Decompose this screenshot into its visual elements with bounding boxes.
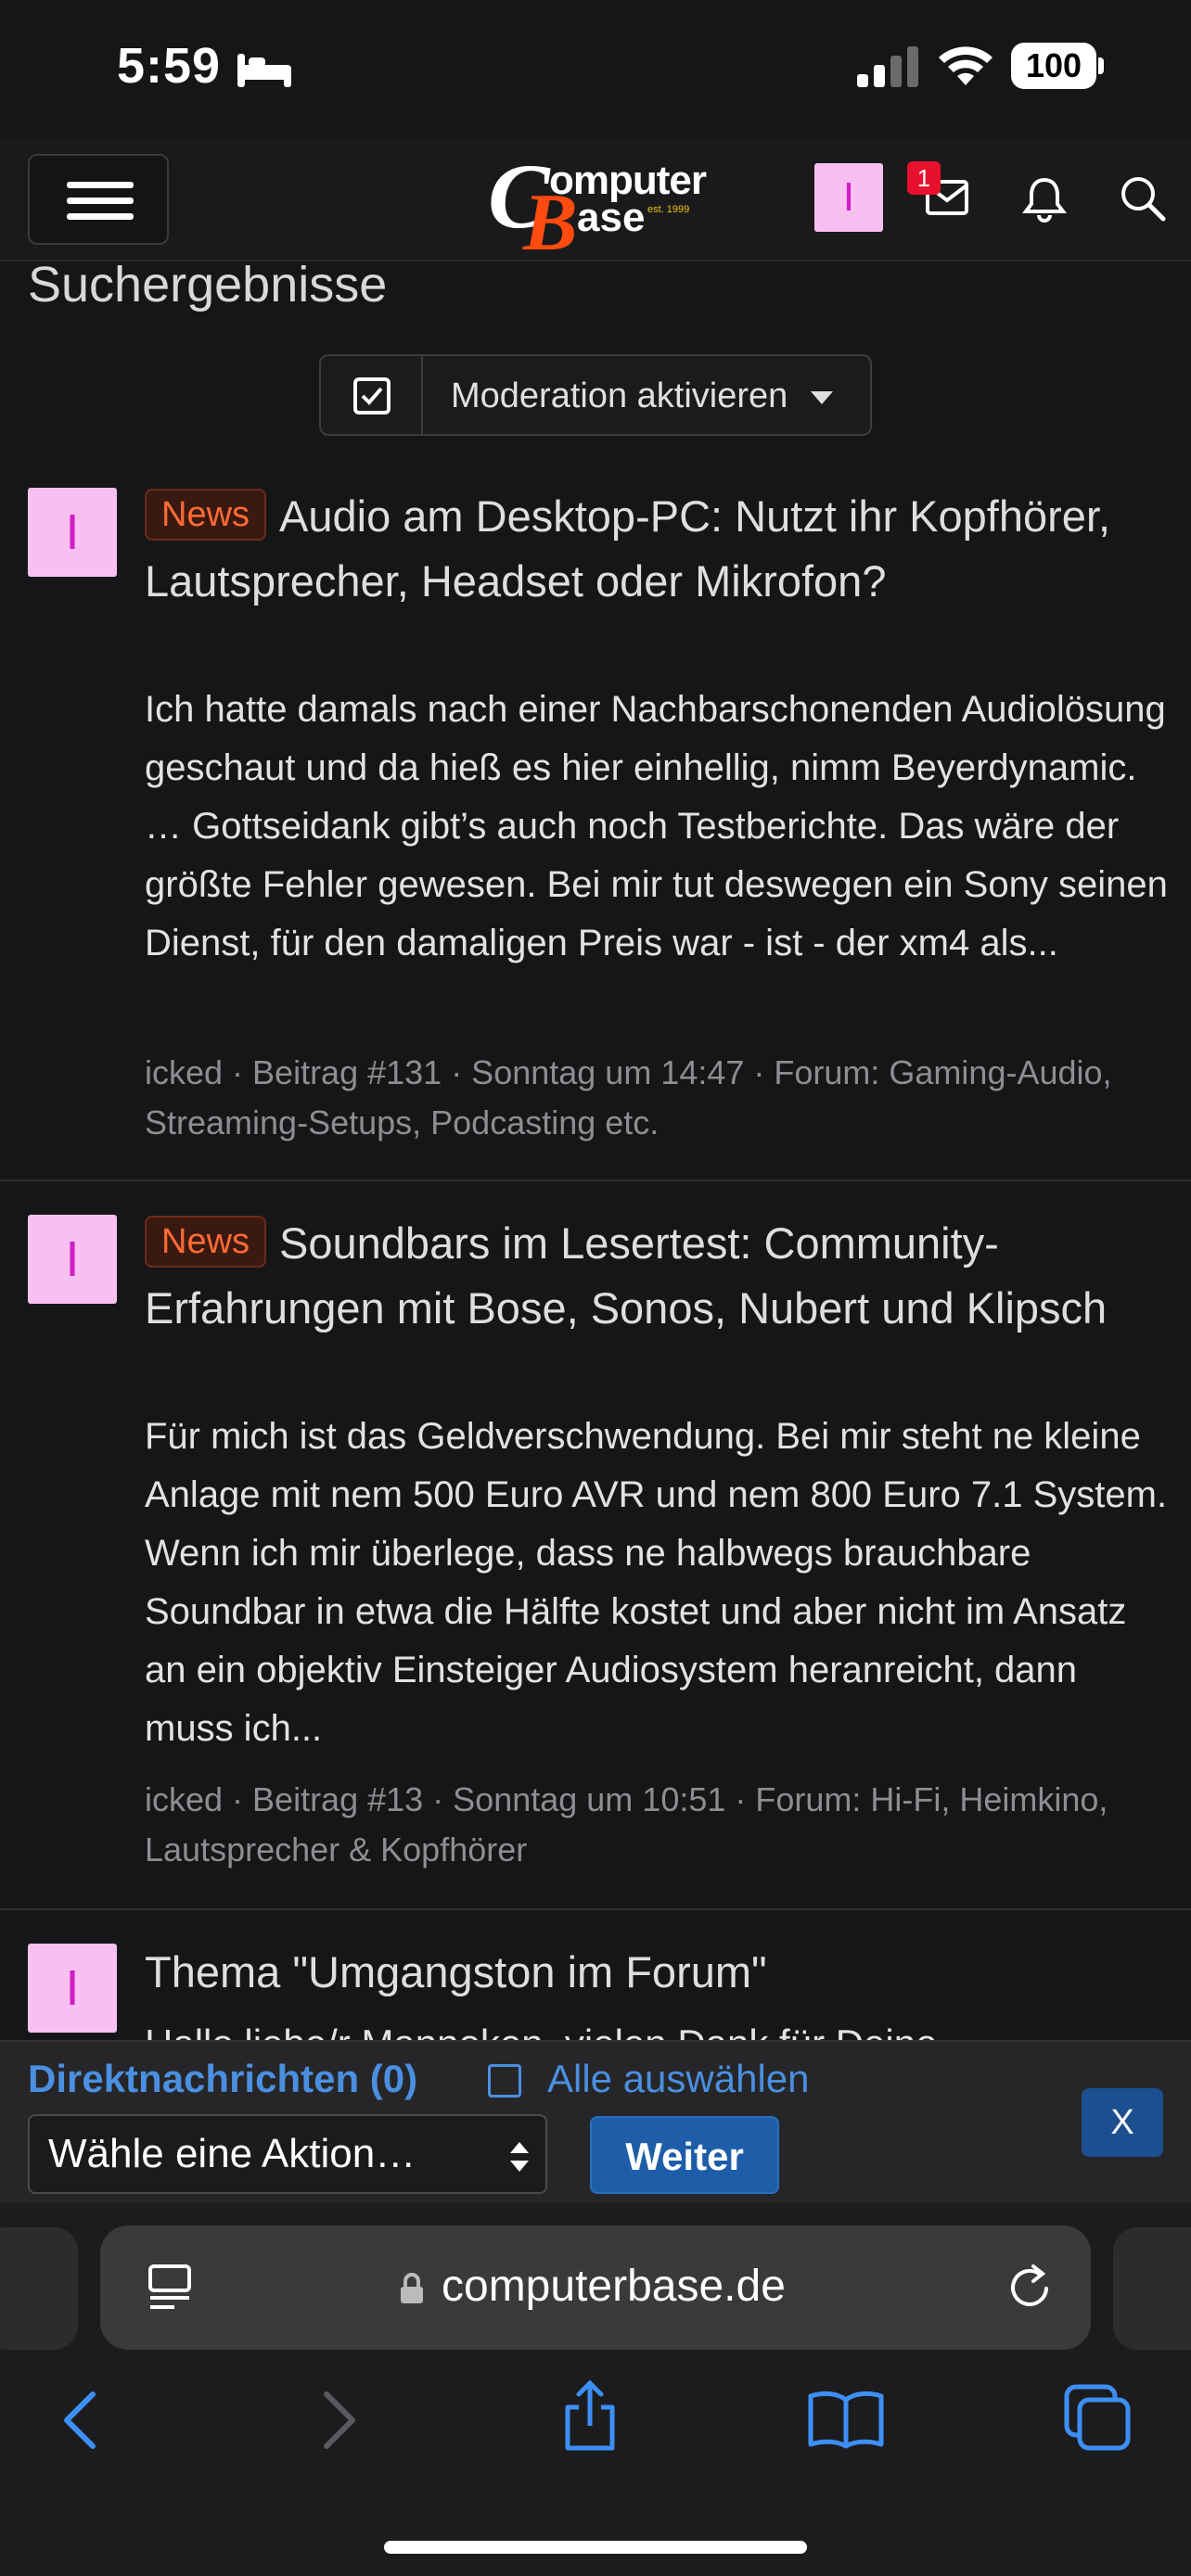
safari-toolbar: computerbase.de <box>0 2203 1191 2576</box>
search-result[interactable]: I News Audio am Desktop-PC: Nutzt ihr Kop… <box>0 454 1191 1181</box>
next-tab-preview[interactable] <box>1113 2227 1191 2350</box>
select-all-checkbox[interactable] <box>488 2064 521 2098</box>
status-time: 5:59 <box>117 38 222 94</box>
battery-indicator: 100 <box>1011 43 1104 91</box>
author-avatar[interactable]: I <box>28 1215 117 1304</box>
result-title[interactable]: Thema "Umgangston im Forum" <box>145 1940 1174 2005</box>
computerbase-logo[interactable]: C B omputer ase est. 1999 <box>488 145 711 268</box>
reload-icon[interactable] <box>1005 2263 1056 2313</box>
caret-down-icon <box>811 391 833 404</box>
moderation-label[interactable]: Moderation aktivieren <box>451 376 788 416</box>
result-title-text[interactable]: Thema "Umgangston im Forum" <box>145 1947 767 1996</box>
result-snippet: Für mich ist das Geldverschwendung. Bei … <box>145 1416 1168 1749</box>
hamburger-menu-button[interactable] <box>28 154 169 245</box>
forward-arrow-icon[interactable] <box>315 2387 364 2454</box>
select-arrows-icon <box>510 2142 529 2172</box>
news-badge: News <box>145 1216 267 1268</box>
search-result[interactable]: I News Soundbars im Lesertest: Community-… <box>0 1181 1191 1910</box>
reader-view-icon[interactable] <box>147 2263 193 2313</box>
previous-tab-preview[interactable] <box>0 2227 78 2350</box>
checkbox-checked-icon <box>353 377 391 414</box>
inbox-count-badge: 1 <box>907 161 941 195</box>
cellular-signal-icon <box>857 46 918 87</box>
close-action-bar-button[interactable]: X <box>1082 2088 1163 2157</box>
moderation-control[interactable]: Moderation aktivieren <box>319 354 872 436</box>
user-avatar[interactable]: I <box>814 163 883 232</box>
bulk-action-bar: Direktnachrichten (0) Alle auswählen Wäh… <box>0 2040 1191 2203</box>
direct-messages-label[interactable]: Direktnachrichten (0) <box>28 2057 417 2101</box>
tabs-overview-icon[interactable] <box>1063 2383 1132 2452</box>
back-arrow-icon[interactable] <box>56 2387 104 2454</box>
wifi-icon <box>939 46 992 85</box>
result-title-text[interactable]: Audio am Desktop-PC: Nutzt ihr Kopfhörer… <box>145 491 1110 606</box>
bookmarks-icon[interactable] <box>807 2389 885 2450</box>
status-bar: 5:59 100 <box>0 0 1191 139</box>
result-meta: icked · Beitrag #13 · Sonntag um 10:51 ·… <box>145 1780 1108 1868</box>
result-title[interactable]: News Soundbars im Lesertest: Community-Er… <box>145 1211 1174 1341</box>
action-select[interactable]: Wähle eine Aktion… <box>28 2114 547 2194</box>
bell-icon[interactable] <box>1022 174 1067 223</box>
action-select-value: Wähle eine Aktion… <box>48 2131 416 2176</box>
author-avatar[interactable]: I <box>28 1944 117 2033</box>
sleep-bed-icon <box>237 54 291 87</box>
search-icon[interactable] <box>1119 174 1167 223</box>
weiter-button[interactable]: Weiter <box>590 2116 779 2194</box>
address-bar[interactable]: computerbase.de <box>100 2225 1091 2350</box>
page-title: Suchergebnisse <box>28 257 388 312</box>
lock-icon <box>401 2273 423 2303</box>
url-text[interactable]: computerbase.de <box>442 2261 786 2312</box>
result-title-text[interactable]: Soundbars im Lesertest: Community-Erfahr… <box>145 1218 1107 1333</box>
moderation-checkbox[interactable] <box>321 356 423 434</box>
share-icon[interactable] <box>560 2379 620 2454</box>
author-avatar[interactable]: I <box>28 488 117 577</box>
search-results: I News Audio am Desktop-PC: Nutzt ihr Kop… <box>0 454 1191 2188</box>
battery-level: 100 <box>1011 43 1096 89</box>
site-header: C B omputer ase est. 1999 I 1 <box>0 139 1191 268</box>
home-indicator[interactable] <box>384 2541 807 2554</box>
select-all-label[interactable]: Alle auswählen <box>547 2057 810 2101</box>
news-badge: News <box>145 489 267 541</box>
result-snippet: Ich hatte damals nach einer Nachbarschon… <box>145 689 1168 963</box>
result-meta: icked · Beitrag #131 · Sonntag um 14:47 … <box>145 1053 1112 1141</box>
result-title[interactable]: News Audio am Desktop-PC: Nutzt ihr Kopfh… <box>145 484 1174 614</box>
